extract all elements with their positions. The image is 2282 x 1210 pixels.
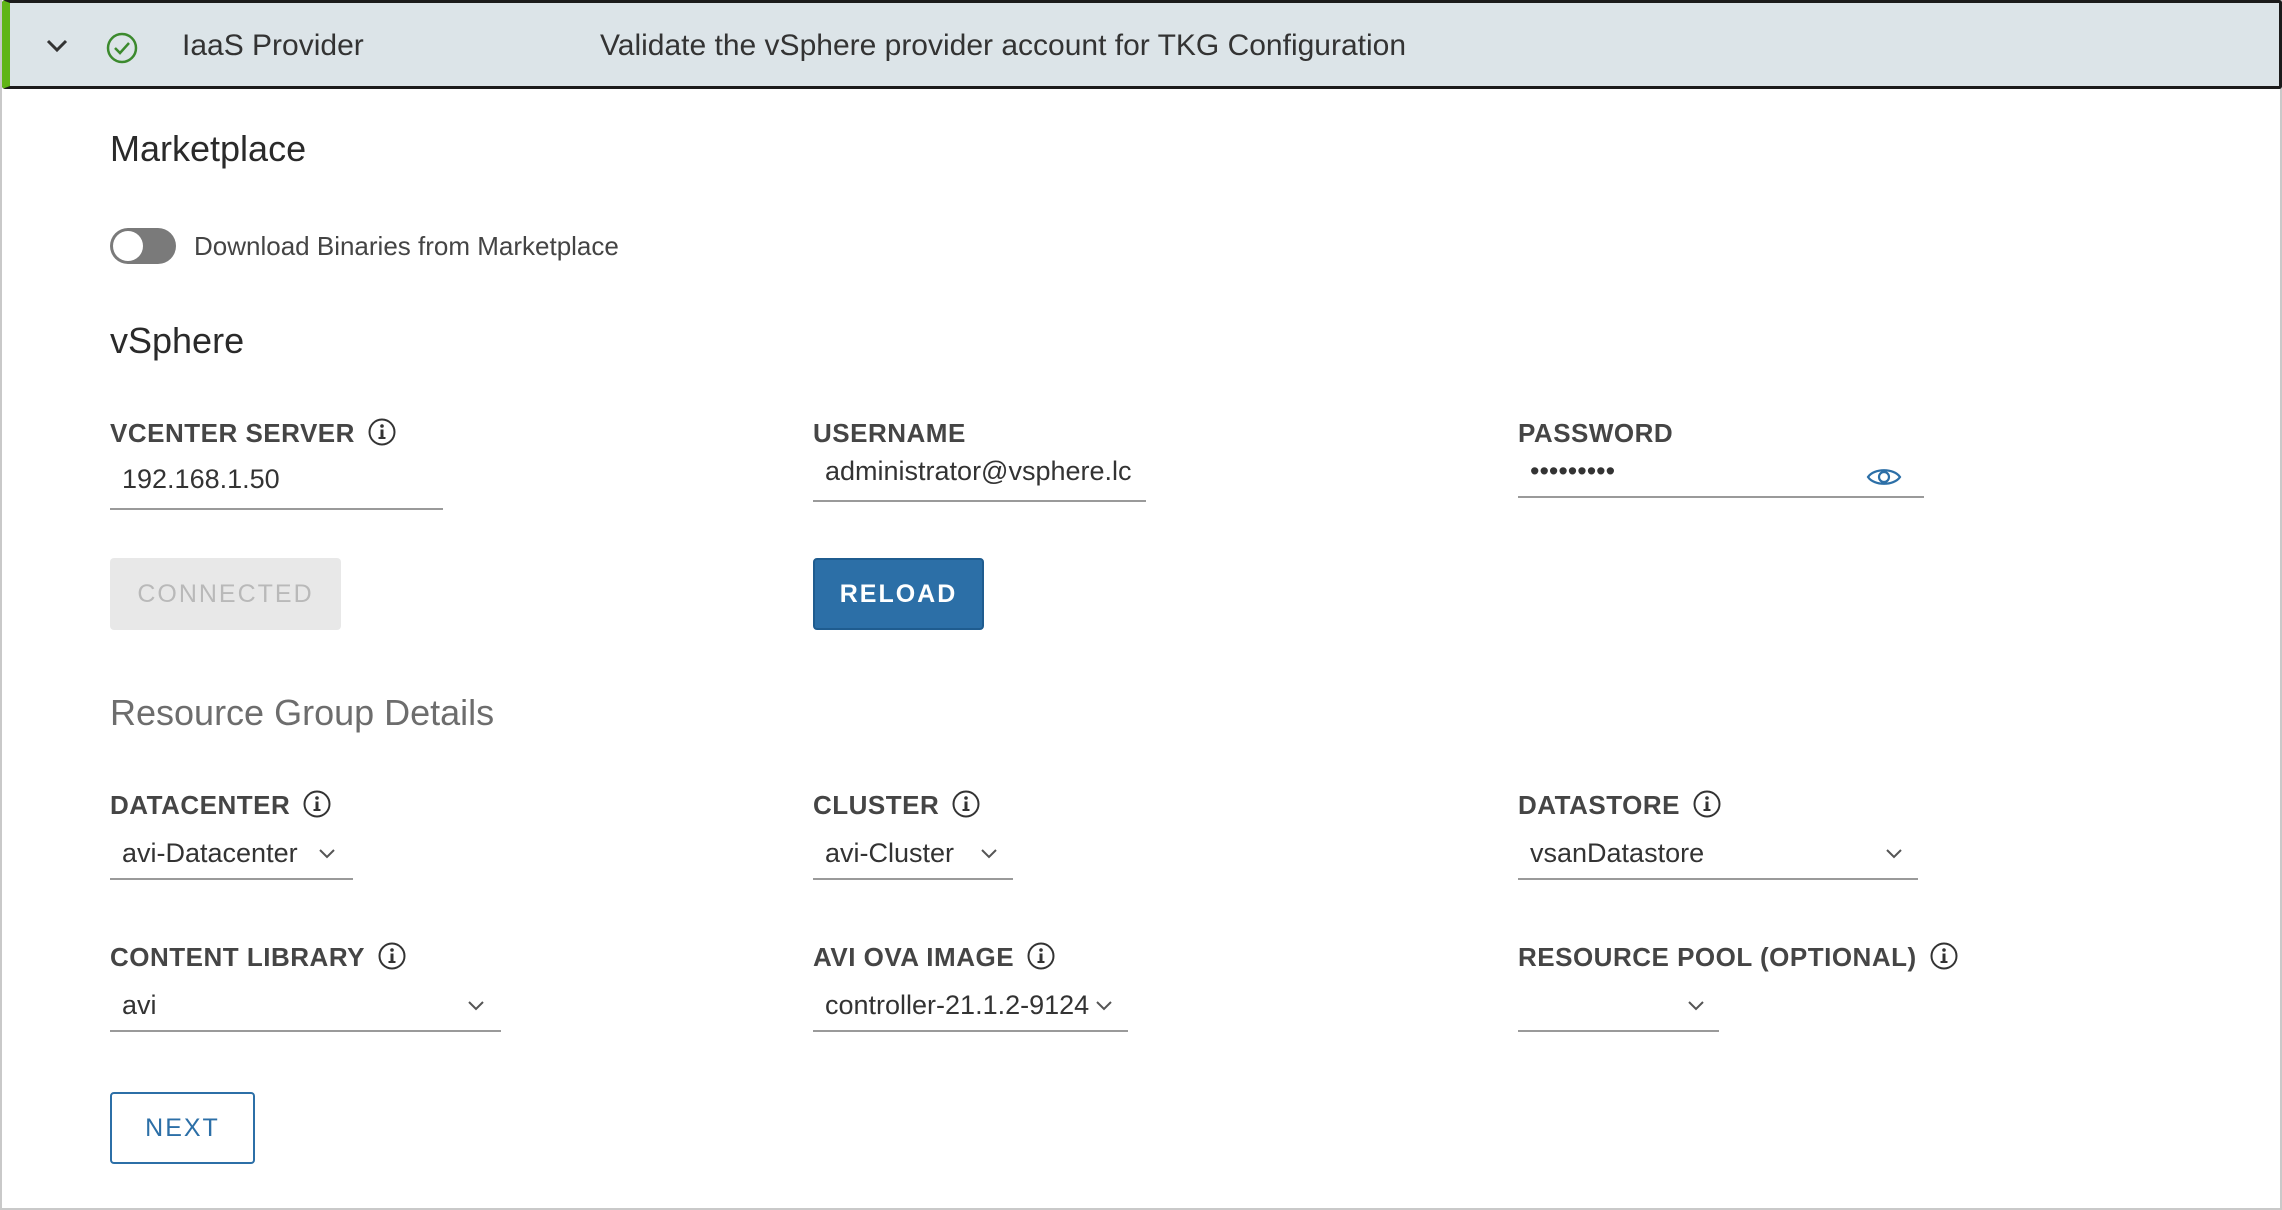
info-icon[interactable] bbox=[951, 789, 981, 819]
step-title: IaaS Provider bbox=[182, 29, 364, 62]
username-value: administrator@vsphere.lc bbox=[825, 456, 1132, 486]
avi-ova-image-value: controller-21.1.2-9124 bbox=[825, 990, 1090, 1020]
eye-icon[interactable] bbox=[1866, 465, 1902, 489]
chevron-down-icon bbox=[319, 849, 335, 859]
info-icon[interactable] bbox=[377, 941, 407, 971]
datacenter-value: avi-Datacenter bbox=[122, 838, 298, 868]
avi-ova-image-select[interactable]: controller-21.1.2-9124 bbox=[813, 990, 1128, 1032]
marketplace-toggle-label: Download Binaries from Marketplace bbox=[194, 231, 619, 261]
cluster-value: avi-Cluster bbox=[825, 838, 955, 868]
vcenter-server-label-text: VCENTER SERVER bbox=[110, 418, 355, 448]
datastore-select[interactable]: vsanDatastore bbox=[1518, 838, 1918, 880]
vcenter-server-label: VCENTER SERVER bbox=[110, 418, 397, 450]
vcenter-server-value: 192.168.1.50 bbox=[122, 464, 280, 494]
marketplace-title: Marketplace bbox=[110, 128, 307, 169]
resource-group-title: Resource Group Details bbox=[110, 692, 495, 733]
password-label: PASSWORD bbox=[1518, 418, 1674, 448]
datacenter-select[interactable]: avi-Datacenter bbox=[110, 838, 353, 880]
chevron-down-icon bbox=[981, 849, 997, 859]
step-header[interactable]: IaaS Provider Validate the vSphere provi… bbox=[2, 0, 2282, 89]
chevron-down-icon bbox=[1096, 1001, 1112, 1011]
username-input[interactable]: administrator@vsphere.lc bbox=[813, 456, 1146, 502]
connected-button[interactable]: CONNECTED bbox=[110, 558, 341, 630]
resource-pool-select[interactable] bbox=[1518, 990, 1719, 1032]
cluster-select[interactable]: avi-Cluster bbox=[813, 838, 1013, 880]
content-library-select[interactable]: avi bbox=[110, 990, 501, 1032]
content-library-label-text: CONTENT LIBRARY bbox=[110, 942, 365, 972]
iaas-provider-panel: IaaS Provider Validate the vSphere provi… bbox=[0, 0, 2282, 1210]
password-value: ••••••••• bbox=[1530, 456, 1616, 486]
step-description: Validate the vSphere provider account fo… bbox=[600, 29, 1407, 62]
vcenter-server-input[interactable]: 192.168.1.50 bbox=[110, 464, 443, 510]
content-library-label: CONTENT LIBRARY bbox=[110, 942, 407, 974]
cluster-label: CLUSTER bbox=[813, 790, 981, 822]
datastore-label-text: DATASTORE bbox=[1518, 790, 1680, 820]
resource-pool-label-text: RESOURCE POOL (OPTIONAL) bbox=[1518, 942, 1917, 972]
marketplace-toggle[interactable] bbox=[110, 228, 176, 264]
info-icon[interactable] bbox=[1026, 941, 1056, 971]
next-button[interactable]: NEXT bbox=[110, 1092, 255, 1164]
toggle-knob bbox=[113, 231, 143, 261]
chevron-down-icon[interactable] bbox=[42, 31, 72, 61]
vsphere-title: vSphere bbox=[110, 320, 245, 361]
resource-pool-label: RESOURCE POOL (OPTIONAL) bbox=[1518, 942, 1959, 974]
datacenter-label-text: DATACENTER bbox=[110, 790, 291, 820]
info-icon[interactable] bbox=[1692, 789, 1722, 819]
datastore-label: DATASTORE bbox=[1518, 790, 1722, 822]
cluster-label-text: CLUSTER bbox=[813, 790, 940, 820]
avi-ova-image-label-text: AVI OVA IMAGE bbox=[813, 942, 1015, 972]
content-library-value: avi bbox=[122, 990, 157, 1020]
chevron-down-icon bbox=[468, 1001, 484, 1011]
reload-button[interactable]: RELOAD bbox=[813, 558, 984, 630]
chevron-down-icon bbox=[1886, 849, 1902, 859]
info-icon[interactable] bbox=[367, 417, 397, 447]
datastore-value: vsanDatastore bbox=[1530, 838, 1705, 868]
chevron-down-icon bbox=[1688, 1001, 1704, 1011]
avi-ova-image-label: AVI OVA IMAGE bbox=[813, 942, 1056, 974]
username-label: USERNAME bbox=[813, 418, 966, 448]
password-input[interactable]: ••••••••• bbox=[1518, 456, 1924, 498]
datacenter-label: DATACENTER bbox=[110, 790, 332, 822]
info-icon[interactable] bbox=[302, 789, 332, 819]
check-circle-icon bbox=[106, 32, 138, 64]
info-icon[interactable] bbox=[1929, 941, 1959, 971]
